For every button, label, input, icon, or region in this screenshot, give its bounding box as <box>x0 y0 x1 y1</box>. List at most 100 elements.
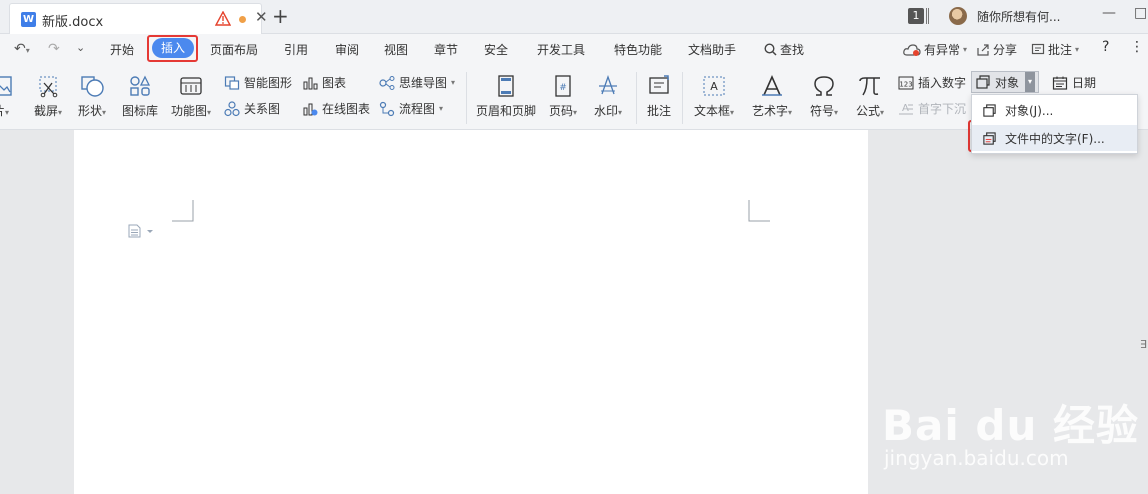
document-tab[interactable]: W 新版.docx ✕ <box>9 3 268 34</box>
calendar-icon <box>1052 76 1068 90</box>
watermark-button[interactable]: 水印▾ <box>591 74 625 119</box>
relation-chart-button[interactable]: 关系图 <box>224 100 280 117</box>
exception-label: 有异常 <box>924 43 961 57</box>
object-dropdown-arrow[interactable]: ▾ <box>1025 72 1036 92</box>
online-chart-icon <box>303 103 318 115</box>
cloud-warning-icon <box>903 43 921 56</box>
find-button[interactable]: 查找 <box>764 41 804 58</box>
mind-map-label: 思维导图 <box>399 76 448 90</box>
highlight-box-insert <box>147 35 198 62</box>
quick-access-dropdown-icon[interactable]: ⌄ <box>76 41 85 54</box>
object-button[interactable]: 对象 ▾ <box>971 71 1040 93</box>
help-icon[interactable]: ? <box>1102 39 1109 55</box>
avatar[interactable] <box>949 7 967 25</box>
tab-view[interactable]: 视图 <box>384 41 408 58</box>
paragraph-options-icon[interactable] <box>128 224 156 238</box>
mind-map-button[interactable]: 思维导图 ▾ <box>379 74 455 91</box>
smart-shape-button[interactable]: 智能图形 <box>224 74 292 91</box>
menu-item-text-from-file[interactable]: 文件中的文字(F)... <box>972 125 1137 151</box>
bar-chart-icon <box>303 77 318 89</box>
tab-doc-assistant[interactable]: 文档助手 <box>688 41 736 58</box>
date-button[interactable]: 日期 <box>1052 74 1096 91</box>
share-label: 分享 <box>993 43 1018 57</box>
comment-menu-label: 批注 <box>1048 43 1073 57</box>
tab-review[interactable]: 审阅 <box>335 41 359 58</box>
tab-special-features[interactable]: 特色功能 <box>614 41 662 58</box>
maximize-icon[interactable]: □ <box>1134 5 1147 21</box>
document-page[interactable] <box>74 130 868 494</box>
header-footer-button[interactable]: 页眉和页脚 <box>474 74 538 119</box>
tab-security[interactable]: 安全 <box>484 41 508 58</box>
ribbon-separator <box>466 72 467 124</box>
tab-developer[interactable]: 开发工具 <box>537 41 585 58</box>
function-chart-button[interactable]: 功能图▾ <box>168 74 214 119</box>
writer-doc-icon: W <box>21 12 36 27</box>
watermark-icon <box>599 75 617 95</box>
header-footer-icon <box>498 75 514 97</box>
tab-page-layout[interactable]: 页面布局 <box>210 41 258 58</box>
menu-item-object-label: 对象(J)... <box>1005 103 1054 118</box>
search-icon <box>764 43 777 56</box>
insert-comment-button[interactable]: 批注 <box>644 74 674 119</box>
layout-toggle-icon[interactable] <box>926 8 929 24</box>
art-text-button[interactable]: 艺术字▾ <box>748 74 796 119</box>
art-text-label: 艺术字 <box>751 104 788 118</box>
redo-icon[interactable]: ↷ <box>48 41 60 57</box>
page-number-button[interactable]: # 页码▾ <box>546 74 580 119</box>
tab-references[interactable]: 引用 <box>284 41 308 58</box>
text-box-button[interactable]: A 文本框▾ <box>690 74 738 119</box>
art-text-icon <box>762 75 782 96</box>
tab-home[interactable]: 开始 <box>110 41 134 58</box>
shape-label: 形状 <box>77 104 102 118</box>
flow-chart-button[interactable]: 流程图 ▾ <box>379 100 443 117</box>
omega-icon <box>814 76 834 96</box>
picture-button[interactable]: 片▾ <box>0 74 14 119</box>
chart-button[interactable]: 图表 <box>302 74 346 91</box>
user-status-text[interactable]: 随你所想有何... <box>977 8 1060 25</box>
notification-badge[interactable]: 1 <box>908 8 924 24</box>
exception-button[interactable]: 有异常 ▾ <box>903 41 967 58</box>
drop-cap-button[interactable]: A 首字下沉 <box>898 100 966 117</box>
insert-number-button[interactable]: 123 插入数字 <box>898 74 966 91</box>
object-dropdown-menu: 对象(J)... 文件中的文字(F)... <box>971 94 1138 154</box>
icon-library-label: 图标库 <box>121 104 158 118</box>
symbol-button[interactable]: 符号▾ <box>806 74 842 119</box>
shape-icon <box>81 76 104 97</box>
page-number-icon: # <box>555 75 571 97</box>
mind-map-icon <box>379 75 395 90</box>
shape-button[interactable]: 形状▾ <box>76 74 108 119</box>
minimize-icon[interactable]: — <box>1102 5 1116 21</box>
baidu-jingyan-url: jingyan.baidu.com <box>884 446 1069 470</box>
flow-chart-label: 流程图 <box>399 102 436 116</box>
document-tab-label: 新版.docx <box>42 15 104 30</box>
more-icon[interactable]: ⋮ <box>1130 39 1144 55</box>
comment-icon <box>649 75 669 94</box>
relation-chart-label: 关系图 <box>244 102 281 116</box>
warning-icon[interactable] <box>215 11 231 26</box>
text-box-label: 文本框 <box>693 104 730 118</box>
formula-label: 公式 <box>855 104 880 118</box>
menu-item-object[interactable]: 对象(J)... <box>972 97 1137 123</box>
close-tab-icon[interactable]: ✕ <box>255 8 268 26</box>
tab-section[interactable]: 章节 <box>434 41 458 58</box>
object-icon <box>983 103 996 117</box>
comment-icon <box>1031 43 1045 54</box>
online-chart-button[interactable]: 在线图表 <box>302 100 370 117</box>
undo-icon[interactable]: ↶▾ <box>14 41 30 57</box>
number-icon: 123 <box>898 76 914 89</box>
screenshot-button[interactable]: 截屏▾ <box>30 74 66 119</box>
svg-text:A: A <box>902 103 909 114</box>
comment-menu-button[interactable]: 批注 ▾ <box>1031 41 1079 58</box>
function-chart-icon <box>180 77 202 95</box>
share-button[interactable]: 分享 <box>976 41 1017 58</box>
flow-chart-icon <box>379 101 395 116</box>
menu-bar: ↶▾ ↷ ⌄ 开始 插入 页面布局 引用 审阅 视图 章节 安全 开发工具 特色… <box>0 34 1148 64</box>
icon-library-button[interactable]: 图标库 <box>121 74 159 119</box>
formula-button[interactable]: 公式▾ <box>852 74 888 119</box>
new-tab-button[interactable]: + <box>272 3 289 29</box>
title-bar: W 新版.docx ✕ + 1 随你所想有何... — □ <box>0 0 1148 34</box>
smart-shape-icon <box>224 75 240 90</box>
scissors-icon <box>39 76 58 98</box>
insert-comment-label: 批注 <box>646 104 671 118</box>
object-icon <box>976 75 990 89</box>
